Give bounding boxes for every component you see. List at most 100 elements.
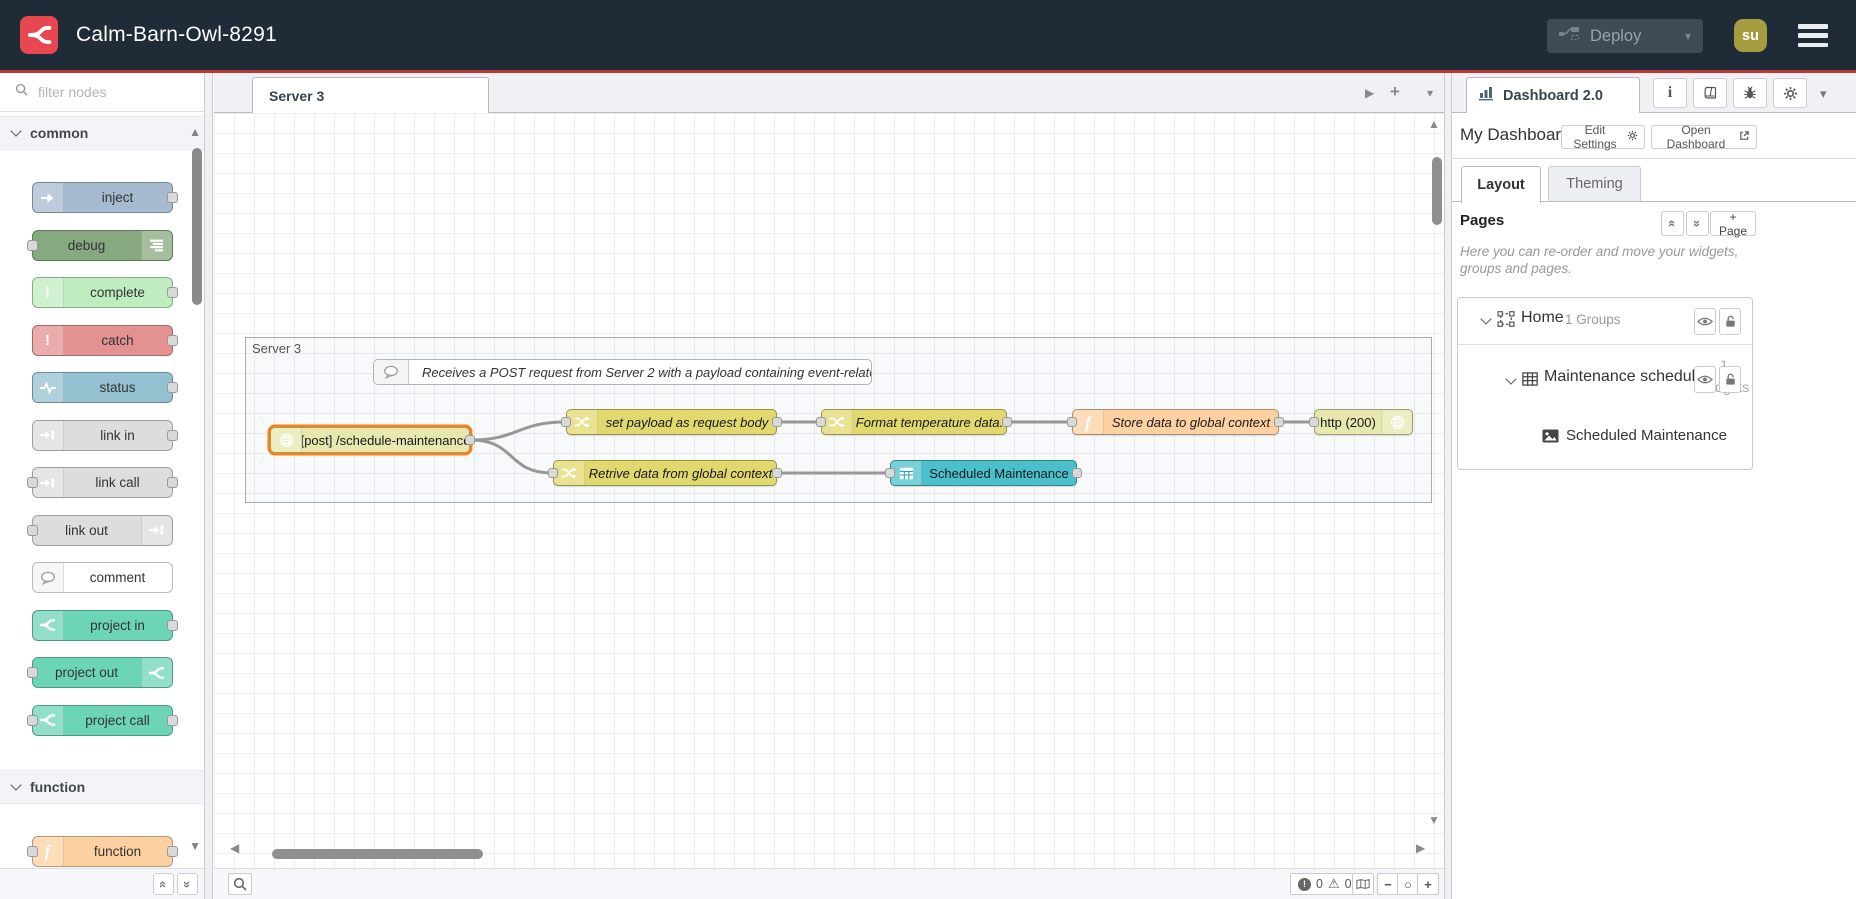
config-nodes-tab-button[interactable] <box>1773 78 1807 108</box>
node-port-output[interactable] <box>166 619 178 631</box>
flow-node-function[interactable]: f Store data to global context <box>1067 409 1284 435</box>
palette-filter-input[interactable] <box>36 83 180 101</box>
group-name[interactable]: Maintenance schedul... <box>1544 368 1709 386</box>
flow-node-change[interactable]: set payload as request body <box>561 409 782 435</box>
chevron-down-icon[interactable] <box>1480 313 1492 325</box>
flow-canvas[interactable]: Server 3 Receives a POST request from Se… <box>214 113 1444 868</box>
sidebar-resize-handle[interactable] <box>1444 73 1452 899</box>
node-port-output[interactable] <box>772 417 782 427</box>
node-port-output[interactable] <box>1002 417 1012 427</box>
collapse-all-pages-button[interactable]: « <box>1661 211 1684 236</box>
tab-server-3[interactable]: Server 3 <box>252 77 489 113</box>
node-port-output[interactable] <box>166 477 178 488</box>
palette-scroll-down-icon[interactable]: ▼ <box>189 839 201 853</box>
palette-scrollbar-thumb[interactable] <box>192 148 202 305</box>
flow-node-comment[interactable]: Receives a POST request from Server 2 wi… <box>373 359 872 385</box>
palette-node-complete[interactable]: ! complete <box>31 277 178 308</box>
search-flows-button[interactable] <box>228 873 252 895</box>
tab-layout[interactable]: Layout <box>1461 166 1541 203</box>
page-unlock-button[interactable] <box>1719 308 1741 335</box>
flow-node-change[interactable]: Format temperature data. <box>816 409 1012 435</box>
palette-category-function[interactable]: function <box>0 769 204 804</box>
flow-node-change[interactable]: Retrive data from global context <box>548 460 782 486</box>
flow-node-http-in[interactable]: [post] /schedule-maintenance <box>270 427 475 453</box>
edit-settings-button[interactable]: Edit Settings <box>1561 123 1645 151</box>
node-port-input[interactable] <box>816 417 826 427</box>
palette-category-common[interactable]: common <box>0 116 204 150</box>
palette-scroll-up-icon[interactable]: ▲ <box>189 125 201 139</box>
group-unlock-button[interactable] <box>1719 366 1741 393</box>
canvas-horizontal-scrollbar-thumb[interactable] <box>272 849 483 859</box>
help-tab-button[interactable] <box>1693 78 1727 108</box>
node-port-input[interactable] <box>561 417 571 427</box>
navigator-map-button[interactable] <box>1352 873 1374 895</box>
main-menu-button[interactable] <box>1798 24 1828 47</box>
node-port-output[interactable] <box>166 287 178 298</box>
zoom-in-button[interactable]: + <box>1417 873 1439 895</box>
palette-node-link-in[interactable]: link in <box>31 419 178 451</box>
palette-node-link-out[interactable]: link out <box>26 514 173 546</box>
palette-node-inject[interactable]: inject <box>31 182 178 213</box>
node-port-input[interactable] <box>26 714 38 726</box>
user-avatar[interactable]: su <box>1734 19 1767 52</box>
canvas-scroll-left-icon[interactable]: ◀ <box>230 841 239 855</box>
deploy-button[interactable]: Deploy ▾ <box>1547 19 1703 53</box>
node-port-output[interactable] <box>166 334 178 346</box>
palette-node-function[interactable]: f function <box>26 835 178 867</box>
node-port-input[interactable] <box>548 468 558 478</box>
node-port-output[interactable] <box>772 468 782 478</box>
function-icon: f <box>1073 410 1104 434</box>
node-port-input[interactable] <box>26 477 38 488</box>
node-port-output[interactable] <box>166 192 178 203</box>
node-port-output[interactable] <box>166 845 178 857</box>
node-port-output[interactable] <box>465 435 475 445</box>
node-port-input[interactable] <box>26 524 38 536</box>
palette-resize-handle[interactable] <box>205 73 213 899</box>
canvas-scroll-right-icon[interactable]: ▶ <box>1416 841 1425 855</box>
canvas-scroll-up-icon[interactable]: ▲ <box>1428 117 1440 131</box>
deploy-options-chevron-icon[interactable]: ▾ <box>1685 29 1691 43</box>
node-port-input[interactable] <box>885 468 895 478</box>
group-visibility-button[interactable] <box>1694 366 1716 393</box>
tab-theming[interactable]: Theming <box>1548 166 1641 201</box>
sidebar-tabs-dropdown-icon[interactable]: ▾ <box>1820 86 1827 102</box>
link-icon <box>32 420 64 450</box>
node-port-output[interactable] <box>1274 417 1284 427</box>
flow-node-ui-table[interactable]: Scheduled Maintenance <box>885 460 1082 486</box>
node-port-input[interactable] <box>26 667 38 678</box>
node-port-output[interactable] <box>166 429 178 441</box>
widget-name[interactable]: Scheduled Maintenance <box>1566 427 1727 444</box>
palette-search[interactable] <box>0 73 204 112</box>
node-port-output[interactable] <box>1072 468 1082 478</box>
node-port-input[interactable] <box>1309 417 1319 427</box>
expand-all-pages-button[interactable]: » <box>1686 211 1709 236</box>
canvas-scroll-down-icon[interactable]: ▼ <box>1428 813 1440 827</box>
zoom-out-button[interactable]: − <box>1377 873 1399 895</box>
palette-node-project-in[interactable]: project in <box>31 609 178 641</box>
palette-node-link-call[interactable]: link call <box>26 467 178 498</box>
canvas-vertical-scrollbar-thumb[interactable] <box>1432 157 1442 225</box>
palette-node-comment[interactable]: comment <box>31 562 173 593</box>
node-port-output[interactable] <box>166 714 178 726</box>
flow-node-http-response[interactable]: http (200) <box>1309 409 1413 435</box>
page-visibility-button[interactable] <box>1694 308 1716 335</box>
palette-node-debug[interactable]: debug <box>26 229 173 261</box>
add-page-button[interactable]: + Page <box>1710 210 1756 238</box>
chevron-down-icon[interactable] <box>1505 373 1517 385</box>
node-port-input[interactable] <box>26 239 38 251</box>
debug-tab-button[interactable] <box>1733 78 1767 108</box>
node-port-output[interactable] <box>166 382 178 393</box>
page-name[interactable]: Home <box>1521 309 1564 327</box>
node-port-input[interactable] <box>1067 417 1077 427</box>
palette-node-project-out[interactable]: project out <box>26 657 173 688</box>
open-dashboard-button[interactable]: Open Dashboard <box>1651 123 1757 151</box>
info-tab-button[interactable]: i <box>1653 78 1687 108</box>
palette-collapse-all-button[interactable]: « <box>152 873 174 895</box>
tab-dashboard-2[interactable]: Dashboard 2.0 <box>1466 77 1640 113</box>
palette-node-catch[interactable]: ! catch <box>31 324 178 356</box>
palette-node-status[interactable]: status <box>31 372 178 403</box>
palette-expand-all-button[interactable]: » <box>176 873 198 895</box>
palette-node-project-call[interactable]: project call <box>26 704 178 736</box>
zoom-reset-button[interactable]: ○ <box>1397 873 1419 895</box>
node-port-input[interactable] <box>26 845 38 857</box>
